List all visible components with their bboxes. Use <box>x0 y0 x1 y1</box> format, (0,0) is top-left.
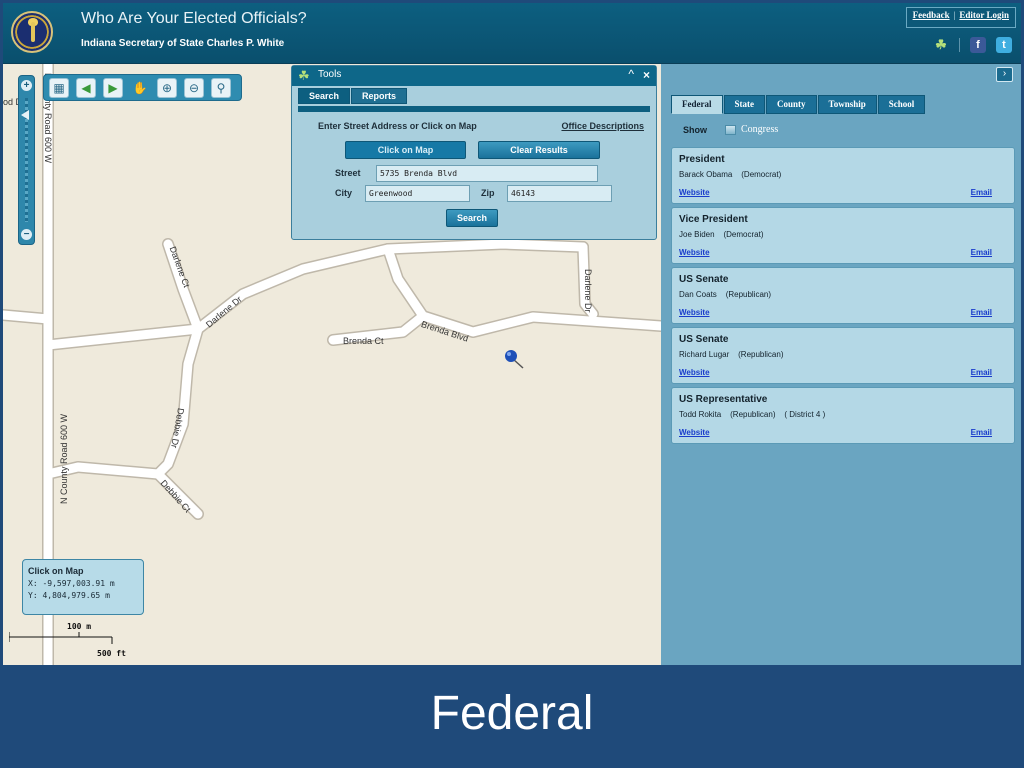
email-link[interactable]: Email <box>971 248 992 257</box>
tab-school[interactable]: School <box>877 95 926 114</box>
website-link[interactable]: Website <box>679 368 710 377</box>
map-nav-toolbar: ▦ ◀ ▶ ✋ ⊕ ⊖ ⚲ <box>43 74 242 101</box>
facebook-icon[interactable]: f <box>970 37 986 53</box>
map-canvas[interactable]: N County Road 600 W N County Road 600 W … <box>3 64 661 665</box>
official-card: US Senate Dan Coats (Republican) Website… <box>671 267 1015 324</box>
chevron-right-icon[interactable]: › <box>996 67 1013 82</box>
coordinates-title: Click on Map <box>28 566 84 576</box>
email-link[interactable]: Email <box>971 188 992 197</box>
congress-checkbox[interactable] <box>725 124 736 135</box>
zoom-out-magnifier-icon[interactable]: ⊖ <box>184 77 204 98</box>
website-link[interactable]: Website <box>679 248 710 257</box>
app-subtitle: Indiana Secretary of State Charles P. Wh… <box>81 38 285 49</box>
binoculars-icon: ☘ <box>298 68 310 83</box>
feedback-link[interactable]: Feedback <box>913 10 950 20</box>
congress-label: Congress <box>741 124 779 135</box>
header-bar: Who Are Your Elected Officials? Indiana … <box>3 3 1021 64</box>
icon-divider <box>959 38 960 52</box>
website-link[interactable]: Website <box>679 188 710 197</box>
office-title: US Senate <box>679 334 729 345</box>
zoom-in-icon[interactable]: + <box>21 80 32 91</box>
zip-label: Zip <box>481 188 495 198</box>
road-label: Darlene Dr <box>583 269 593 313</box>
slide-caption: Federal <box>0 668 1024 768</box>
show-label: Show <box>683 124 707 135</box>
link-separator: | <box>953 10 956 20</box>
website-link[interactable]: Website <box>679 308 710 317</box>
street-input[interactable]: 5735 Brenda Blvd <box>376 165 598 182</box>
official-card: US Senate Richard Lugar (Republican) Web… <box>671 327 1015 384</box>
collapse-icon[interactable]: ^ <box>628 67 634 81</box>
office-title: President <box>679 154 725 165</box>
search-button[interactable]: Search <box>446 209 498 227</box>
scale-imperial: 500 ft <box>97 649 126 658</box>
email-link[interactable]: Email <box>971 308 992 317</box>
close-icon[interactable]: × <box>643 68 650 82</box>
twitter-icon[interactable]: t <box>996 37 1012 53</box>
show-filter-row: Show Congress <box>683 124 778 135</box>
office-title: Vice President <box>679 214 748 225</box>
official-name: Dan Coats (Republican) <box>679 290 772 299</box>
tools-tabs: Search Reports <box>292 86 656 106</box>
officials-panel: › Federal State County Township School S… <box>661 64 1021 665</box>
city-label: City <box>335 188 353 198</box>
official-card: Vice President Joe Biden (Democrat) Webs… <box>671 207 1015 264</box>
click-on-map-button[interactable]: Click on Map <box>345 141 466 159</box>
forward-arrow-icon[interactable]: ▶ <box>103 77 123 98</box>
official-name: Joe Biden (Democrat) <box>679 230 764 239</box>
road-label: Brenda Ct <box>343 336 384 346</box>
email-link[interactable]: Email <box>971 428 992 437</box>
zoom-out-icon[interactable]: − <box>21 229 32 240</box>
app-window: Who Are Your Elected Officials? Indiana … <box>3 3 1021 665</box>
zoom-thumb[interactable] <box>21 110 29 120</box>
official-name: Todd Rokita (Republican) ( District 4 ) <box>679 410 826 419</box>
clear-results-button[interactable]: Clear Results <box>478 141 600 159</box>
editor-login-link[interactable]: Editor Login <box>959 10 1009 20</box>
coordinates-box: Click on Map X: -9,597,003.91 m Y: 4,804… <box>22 559 144 615</box>
tab-state[interactable]: State <box>723 95 765 114</box>
full-extent-icon[interactable]: ▦ <box>49 77 69 98</box>
office-title: US Senate <box>679 274 729 285</box>
tools-titlebar[interactable]: ☘ Tools ^ × <box>292 66 656 86</box>
official-card: US Representative Todd Rokita (Republica… <box>671 387 1015 444</box>
government-level-tabs: Federal State County Township School <box>671 95 926 114</box>
official-name: Barack Obama (Democrat) <box>679 170 782 179</box>
header-icons: ☘ f t <box>933 37 1012 53</box>
tab-reports[interactable]: Reports <box>351 88 408 104</box>
official-card: President Barack Obama (Democrat) Websit… <box>671 147 1015 204</box>
street-label: Street <box>335 168 361 178</box>
app-title: Who Are Your Elected Officials? <box>81 10 307 27</box>
zoom-extent-icon[interactable]: ⚲ <box>211 77 231 98</box>
pushpin-icon <box>505 350 524 369</box>
tab-search[interactable]: Search <box>298 88 351 104</box>
zoom-in-magnifier-icon[interactable]: ⊕ <box>157 77 177 98</box>
zoom-slider[interactable]: + − <box>18 75 35 245</box>
city-input[interactable]: Greenwood <box>365 185 470 202</box>
pan-hand-icon[interactable]: ✋ <box>130 78 150 98</box>
scale-bar: 100 m 500 ft <box>9 622 129 662</box>
instructions-label: Enter Street Address or Click on Map <box>318 121 477 131</box>
tab-township[interactable]: Township <box>817 95 877 114</box>
tools-panel: ☘ Tools ^ × Search Reports Enter Street … <box>291 65 657 240</box>
tab-county[interactable]: County <box>766 95 817 114</box>
tools-title: Tools <box>318 69 342 80</box>
zip-input[interactable]: 46143 <box>507 185 612 202</box>
y-coordinate: Y: 4,804,979.65 m <box>28 591 110 600</box>
back-arrow-icon[interactable]: ◀ <box>76 77 96 98</box>
binoculars-icon[interactable]: ☘ <box>933 37 949 53</box>
road-label: N County Road 600 W <box>59 413 69 504</box>
x-coordinate: X: -9,597,003.91 m <box>28 579 115 588</box>
officials-list: President Barack Obama (Democrat) Websit… <box>671 147 1015 447</box>
tab-federal[interactable]: Federal <box>671 95 723 114</box>
header-links: Feedback | Editor Login <box>905 7 1016 28</box>
office-title: US Representative <box>679 394 768 405</box>
search-form: Enter Street Address or Click on Map Off… <box>292 112 656 240</box>
official-name: Richard Lugar (Republican) <box>679 350 784 359</box>
office-descriptions-link[interactable]: Office Descriptions <box>561 121 644 131</box>
website-link[interactable]: Website <box>679 428 710 437</box>
email-link[interactable]: Email <box>971 368 992 377</box>
indiana-seal-icon <box>11 11 53 53</box>
